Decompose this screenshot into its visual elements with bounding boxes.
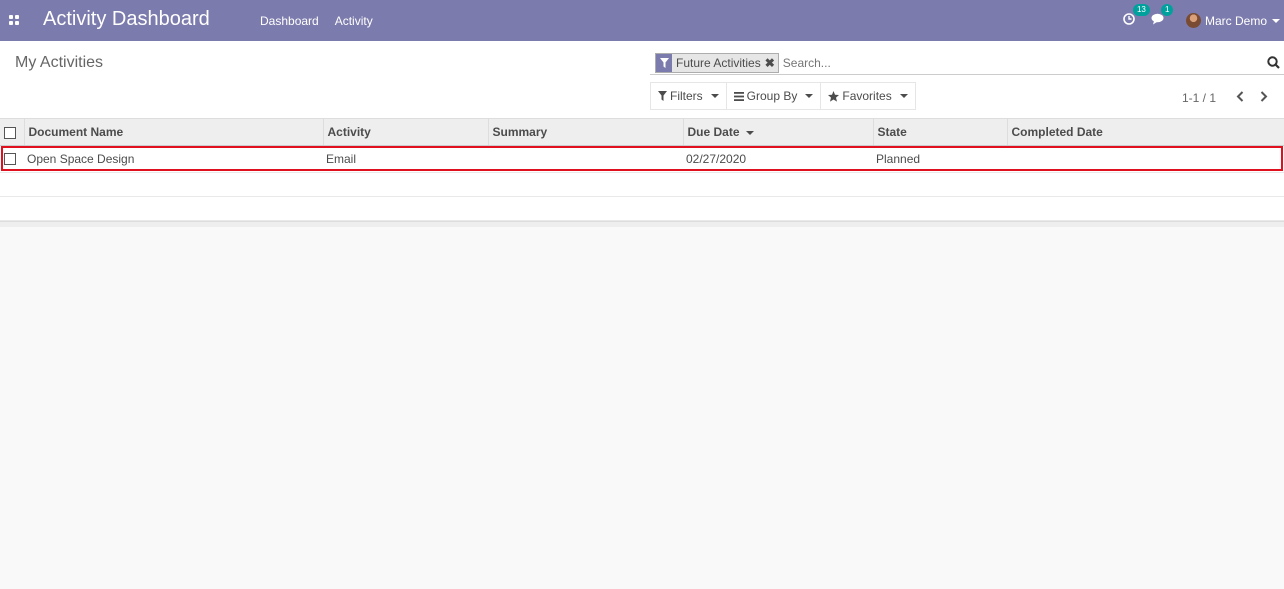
due-date-label: Due Date <box>687 124 740 139</box>
chevron-down-icon <box>805 94 814 98</box>
column-header-state[interactable]: State <box>873 119 1008 146</box>
select-all-checkbox[interactable] <box>4 126 16 139</box>
chevron-left-icon <box>1236 90 1244 102</box>
pager-previous-button[interactable] <box>1228 86 1252 106</box>
breadcrumb: My Activities <box>15 54 104 71</box>
clock-icon <box>1123 12 1135 25</box>
list-icon <box>733 91 744 101</box>
cell-completed-date[interactable] <box>1007 145 1284 172</box>
chevron-down-icon <box>710 94 719 98</box>
avatar <box>1185 13 1201 28</box>
favorites-button[interactable]: Favorites <box>820 82 916 110</box>
chevron-down-icon <box>899 94 908 98</box>
table-row[interactable]: Open Space Design Email 02/27/2020 Plann… <box>0 145 1284 172</box>
select-all-cell <box>0 119 25 146</box>
pager-next-button[interactable] <box>1252 86 1276 106</box>
groupby-button[interactable]: Group By <box>725 82 822 110</box>
empty-row <box>0 172 1284 196</box>
cell-activity[interactable]: Email <box>323 145 488 172</box>
menu-dashboard[interactable]: Dashboard <box>252 14 327 28</box>
app-title: Activity Dashboard <box>43 8 210 30</box>
row-checkbox[interactable] <box>4 153 16 166</box>
star-icon <box>828 90 840 102</box>
systray: 13 1 Marc Demo <box>1123 0 1284 41</box>
pager: 1-1 / 1 <box>1182 86 1276 106</box>
cell-due-date[interactable]: 02/27/2020 <box>683 145 873 172</box>
top-navbar: Activity Dashboard Dashboard Activity 13… <box>0 0 1284 41</box>
search-options: Filters Group By Favorites <box>650 82 916 110</box>
filters-label: Filters <box>670 89 703 103</box>
table-footer <box>0 220 1284 227</box>
favorites-label: Favorites <box>842 89 892 103</box>
messages-button[interactable]: 1 <box>1151 3 1174 30</box>
pager-value[interactable]: 1-1 / 1 <box>1182 91 1216 105</box>
groupby-label: Group By <box>746 89 798 103</box>
filter-facet: Future Activities ✖ <box>655 52 779 73</box>
table-header: Document Name Activity Summary Due Date … <box>0 119 1284 146</box>
facet-label: Future Activities <box>676 55 761 70</box>
control-panel: My Activities Future Activities ✖ Filter… <box>0 41 1284 119</box>
column-header-completed-date[interactable]: Completed Date <box>1007 119 1284 146</box>
sort-down-icon <box>745 130 754 135</box>
filter-icon <box>656 53 672 72</box>
filters-button[interactable]: Filters <box>650 82 727 110</box>
activities-button[interactable]: 13 <box>1123 3 1150 30</box>
chevron-right-icon <box>1260 90 1268 102</box>
column-header-summary[interactable]: Summary <box>488 119 684 146</box>
user-menu[interactable]: Marc Demo <box>1185 13 1280 28</box>
empty-row <box>0 196 1284 220</box>
apps-menu-icon[interactable] <box>9 15 20 26</box>
search-bar: Future Activities ✖ <box>650 51 1284 75</box>
menu-activity[interactable]: Activity <box>327 14 381 28</box>
column-header-document-name[interactable]: Document Name <box>24 119 324 146</box>
cell-state[interactable]: Planned <box>873 145 1007 172</box>
chevron-down-icon <box>1272 18 1280 23</box>
column-header-activity[interactable]: Activity <box>323 119 489 146</box>
user-name: Marc Demo <box>1204 13 1267 28</box>
search-input[interactable] <box>782 55 1253 70</box>
main-menu: Dashboard Activity <box>252 0 381 41</box>
cell-summary[interactable] <box>488 145 683 172</box>
filter-icon <box>658 91 667 101</box>
close-icon[interactable]: ✖ <box>765 54 778 72</box>
cell-document-name[interactable]: Open Space Design <box>24 145 323 172</box>
row-select-cell <box>0 145 24 172</box>
activity-table: Document Name Activity Summary Due Date … <box>0 119 1284 221</box>
search-icon[interactable] <box>1267 56 1280 74</box>
activity-list: Document Name Activity Summary Due Date … <box>0 119 1284 227</box>
activities-counter: 13 <box>1132 3 1150 16</box>
column-header-due-date[interactable]: Due Date <box>683 119 874 146</box>
messages-counter: 1 <box>1160 3 1174 16</box>
